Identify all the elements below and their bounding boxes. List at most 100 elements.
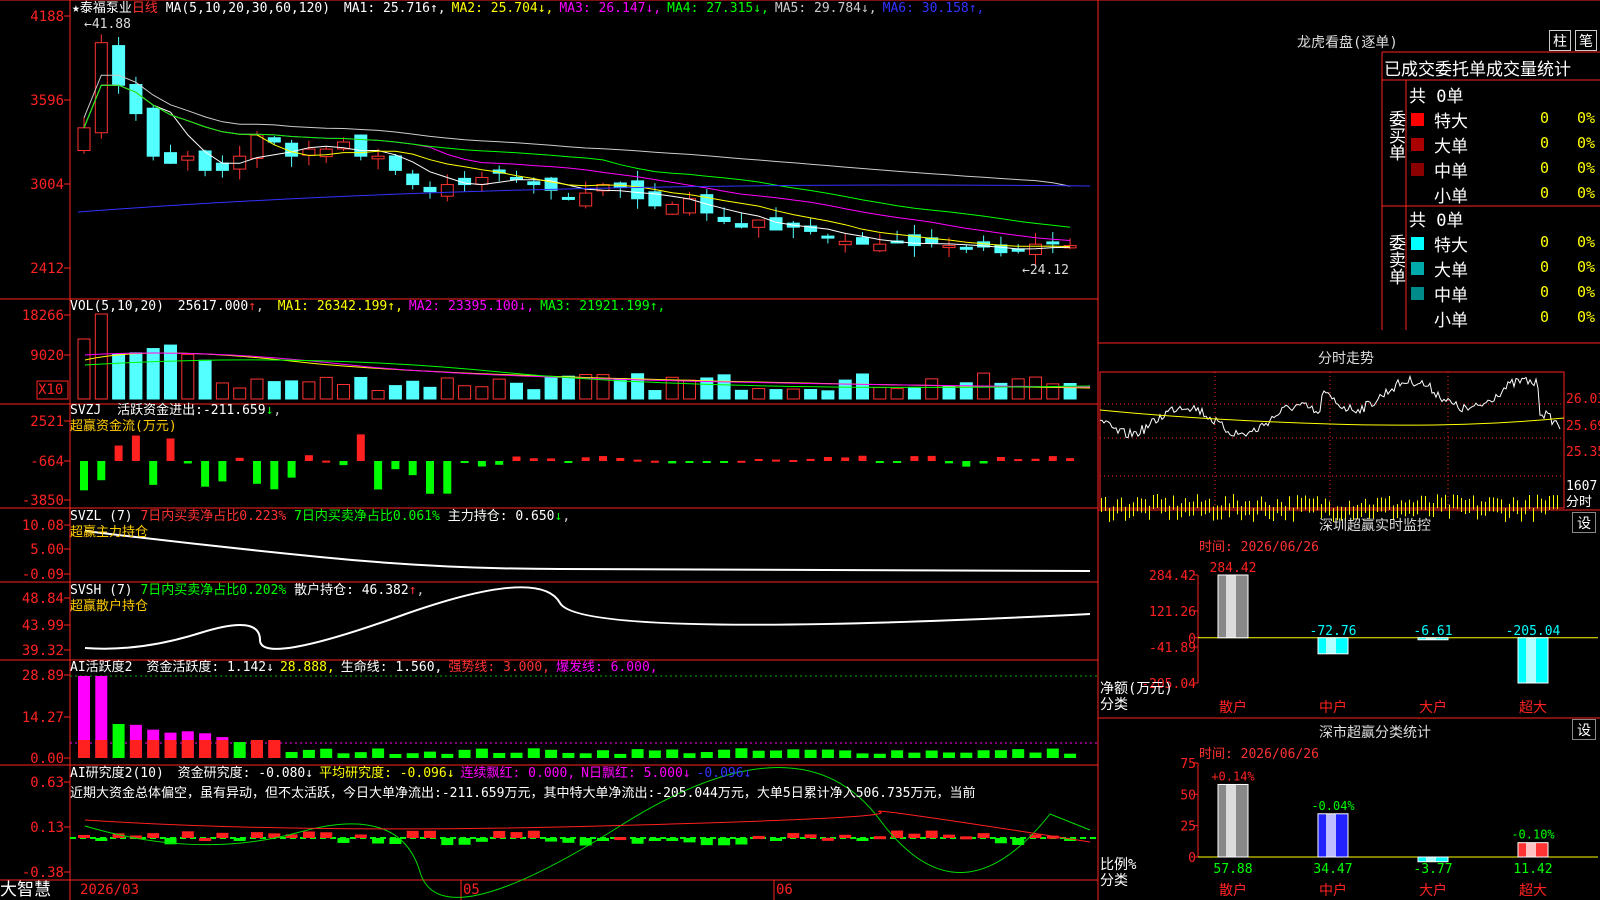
intraday-vol <box>1317 496 1318 511</box>
ai2-bar <box>648 750 661 758</box>
classify-title: 深市超赢分类统计 <box>1319 725 1431 741</box>
intraday-tick: 26.03 <box>1566 392 1600 407</box>
intraday-vol <box>1257 500 1258 515</box>
intraday-vol <box>1181 503 1182 518</box>
brand-logo: 大智慧 <box>0 880 51 900</box>
svzj-bar <box>253 461 261 484</box>
intraday-vol <box>1509 503 1510 518</box>
ai2-bar <box>683 753 696 758</box>
svzj-bar <box>841 457 850 461</box>
bar-mode-button[interactable]: 柱 <box>1549 30 1571 51</box>
ai2-bar <box>994 750 1007 758</box>
ai-res-bar <box>873 836 886 840</box>
candle <box>371 155 385 160</box>
buy-row-count: 0 <box>1540 159 1550 177</box>
svzj-bar <box>443 461 452 494</box>
classify-top-label: +0.14% <box>1211 769 1255 783</box>
chart-canvas[interactable]: 4188 3596 3004 2412 18266 9020 X10 2521 -664 -385… <box>0 0 1600 900</box>
svzl-spec: SVZL (7) <box>70 509 133 524</box>
ai2-bar <box>873 753 886 758</box>
intraday-vol <box>1553 495 1554 510</box>
ai-res-bar <box>78 834 90 838</box>
ai2-tick: 28.89 <box>22 668 64 684</box>
svzl-header: SVZL (7) 7日内买卖净占比0.223% 7日内买卖净占比0.061% 主… <box>70 509 571 524</box>
candle <box>769 217 783 231</box>
classify-ylabel-text: 比例% <box>1100 857 1137 873</box>
intraday-vol <box>1437 494 1438 509</box>
vol-bar <box>440 377 454 400</box>
buy-row-pct: 0% <box>1577 184 1596 202</box>
vol-bar <box>267 381 281 400</box>
monitor-cat: 散户 <box>1219 699 1247 716</box>
sell-row-pct: 0% <box>1577 283 1596 301</box>
ai-res-bar <box>666 838 679 841</box>
ai2-bar <box>112 724 125 758</box>
intraday-vol <box>1445 494 1446 509</box>
svzj-bar <box>339 461 348 466</box>
x-label: 06 <box>776 882 793 898</box>
vol-bar <box>423 386 437 400</box>
classify-settings-button[interactable]: 设 <box>1572 719 1596 740</box>
candle <box>717 216 731 222</box>
vol-value: 25617.000 <box>177 299 249 314</box>
intraday-vol <box>1377 497 1378 512</box>
ai2-base <box>164 740 177 758</box>
classify-ylabel: 比例% 分类 <box>1100 857 1136 889</box>
favorite-star-icon[interactable]: ★ <box>72 1 80 16</box>
period-label[interactable]: 日线 <box>132 1 158 16</box>
svsh-arrow: ↑ <box>408 583 417 598</box>
stroke-mode-button[interactable]: 笔 <box>1575 30 1597 51</box>
intraday-vol <box>1105 496 1106 511</box>
ai2-base <box>181 740 194 758</box>
classify-ytick: 50 <box>1180 788 1196 803</box>
ai2-base <box>147 740 160 758</box>
intraday-vol <box>1157 494 1158 509</box>
intraday-vol <box>1209 498 1210 513</box>
ai2-bar <box>475 748 488 758</box>
ai2-base <box>216 740 229 758</box>
buy-row-label: 大单 <box>1434 137 1468 157</box>
sell-row-pct: 0% <box>1577 308 1596 326</box>
svsh-header: SVSH (7) 7日内买卖净占比0.202% 散户持仓: 46.382↑, <box>70 583 425 598</box>
ai2-bar <box>787 749 800 758</box>
classify-xlabel-text: 分类 <box>1100 873 1128 889</box>
intraday-vol <box>1329 501 1330 516</box>
vol-bar <box>475 386 489 400</box>
ma-item-2: MA2: 25.704↓, <box>451 1 554 16</box>
ai-res-bar <box>908 833 921 838</box>
app-window: 4188 3596 3004 2412 18266 9020 X10 2521 -664 -385… <box>0 0 1600 900</box>
sell-swatch-2 <box>1411 262 1424 275</box>
svsh-tick: 48.84 <box>22 591 64 607</box>
intraday-vol <box>1557 495 1558 510</box>
svzj-bar <box>789 460 798 463</box>
vol-bar <box>873 387 887 400</box>
ai-res-bar <box>960 836 973 840</box>
ai2-bar <box>510 752 523 758</box>
svzj-bar <box>408 461 417 476</box>
intraday-vol <box>1453 494 1454 509</box>
vol-arrow: ↑ <box>248 299 257 314</box>
vol-bar <box>683 379 696 400</box>
ai-res-bar <box>458 838 471 845</box>
ai2-bar <box>406 753 419 758</box>
monitor-ylabel: 净额(万元) 分类 <box>1100 681 1173 713</box>
intraday-vol <box>1237 500 1238 515</box>
intraday-vol <box>1305 495 1306 510</box>
intraday-vol <box>1233 494 1234 509</box>
svzj-bar <box>235 457 244 461</box>
classify-value: 34.47 <box>1313 862 1352 877</box>
intraday-vol <box>1381 497 1382 512</box>
vol-bar <box>527 389 541 400</box>
monitor-settings-button[interactable]: 设 <box>1572 512 1596 533</box>
svzl-arrow: ↓ <box>554 509 563 524</box>
classify-bar-shine <box>1526 842 1536 857</box>
intraday-vol <box>1169 505 1170 520</box>
intraday-vol <box>1217 505 1218 520</box>
intraday-vol <box>1273 507 1274 522</box>
svzj-bar <box>650 460 659 463</box>
vol-bar <box>890 388 904 400</box>
ai2-bar <box>1046 748 1059 758</box>
intraday-vol <box>1285 506 1286 521</box>
sell-row-pct: 0% <box>1577 258 1596 276</box>
ai2-bar <box>821 749 834 758</box>
